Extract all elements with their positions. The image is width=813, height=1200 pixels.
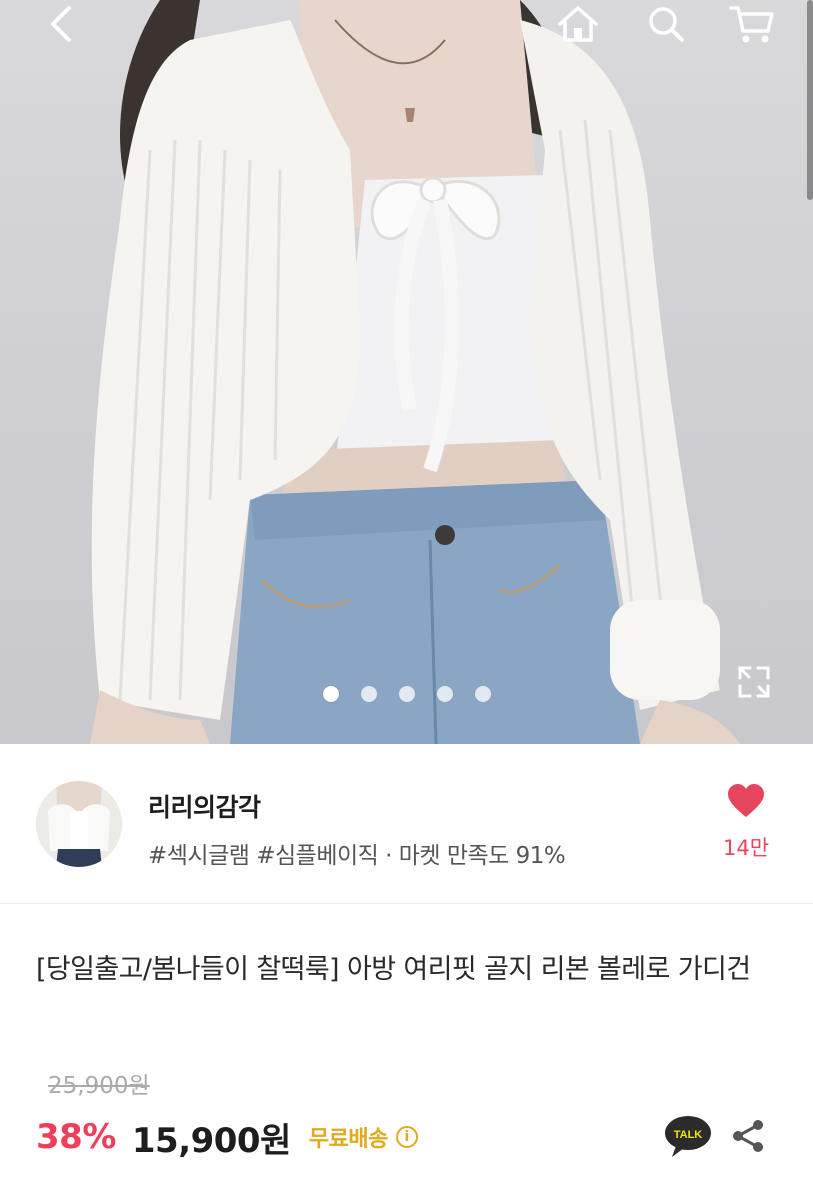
heart-icon [728, 784, 764, 817]
cart-icon [729, 6, 774, 43]
pagination-dot[interactable] [398, 686, 415, 702]
store-tags: #섹시글램 #심플베이직 · 마켓 만족도 91% [148, 843, 566, 869]
kakao-talk-icon: TALK [665, 1116, 711, 1157]
price-row: 38% 15,900원 무료배송 i [36, 1112, 418, 1162]
free-shipping-label: 무료배송 [308, 1127, 388, 1152]
store-avatar-image [36, 781, 122, 867]
share-button[interactable] [728, 1116, 768, 1156]
store-name[interactable]: 리리의감각 [148, 788, 261, 824]
like-button[interactable]: 14만 [714, 784, 778, 874]
scrollbar[interactable] [807, 0, 813, 200]
product-photo [90, 0, 740, 744]
product-image-gallery[interactable] [0, 0, 813, 744]
home-button[interactable] [552, 2, 604, 46]
gallery-pagination [0, 686, 813, 702]
pagination-dot[interactable] [474, 686, 491, 702]
kakao-talk-button[interactable]: TALK [664, 1114, 712, 1158]
store-info[interactable]: 리리의감각 #섹시글램 #심플베이직 · 마켓 만족도 91% 14만 [0, 744, 813, 904]
store-avatar[interactable] [36, 781, 122, 867]
discount-rate: 38% [36, 1117, 116, 1157]
cart-button[interactable] [726, 2, 778, 46]
talk-label: TALK [674, 1129, 703, 1141]
info-icon[interactable]: i [395, 1126, 418, 1148]
share-icon [733, 1120, 763, 1152]
product-title: [당일출고/봄나들이 찰떡룩] 아방 여리핏 골지 리본 볼레로 가디건 [36, 954, 751, 985]
original-price: 25,900원 [48, 1073, 150, 1099]
pagination-dot[interactable] [436, 686, 453, 702]
chevron-left-icon [51, 6, 71, 42]
home-icon [558, 6, 598, 42]
pagination-dot[interactable] [322, 686, 339, 702]
search-button[interactable] [640, 2, 692, 46]
search-icon [649, 7, 684, 42]
like-count: 14만 [722, 836, 770, 860]
back-button[interactable] [34, 2, 86, 46]
pagination-dot[interactable] [360, 686, 377, 702]
sale-price: 15,900원 [131, 1120, 291, 1161]
